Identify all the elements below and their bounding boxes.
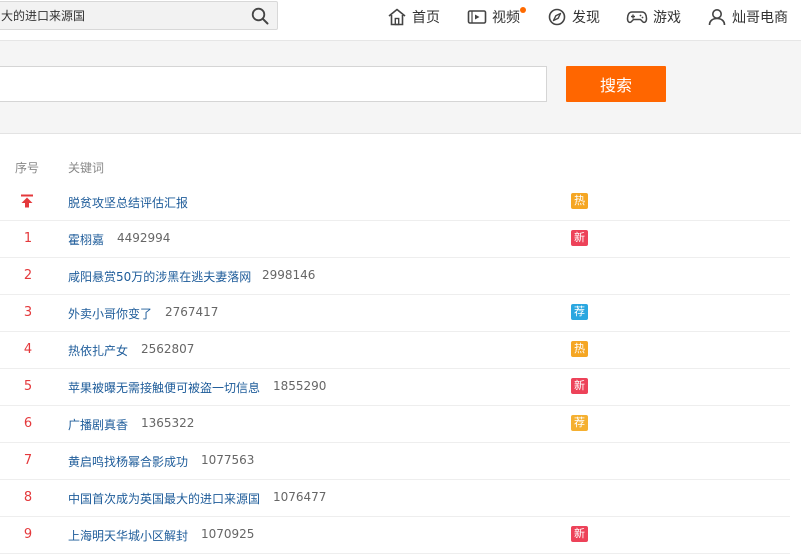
top-search-box: [0, 1, 278, 30]
search-count: 1077563: [201, 453, 255, 467]
search-icon[interactable]: [251, 7, 269, 25]
nav-discover-label: 发现: [572, 10, 600, 26]
top-navigation-bar: 首页 视频 发现 游戏 灿哥电商: [0, 0, 801, 41]
header-keyword: 关键词: [68, 161, 105, 175]
status-badge: 新: [571, 230, 588, 246]
row-rank: 9: [23, 527, 33, 542]
keyword-link[interactable]: 苹果被曝无需接触便可被盗一切信息: [68, 379, 260, 396]
search-count: 2998146: [262, 268, 316, 282]
notification-dot: [520, 7, 526, 13]
nav-user[interactable]: 灿哥电商: [707, 6, 788, 28]
row-rank: 8: [23, 490, 33, 505]
nav-video[interactable]: 视频: [467, 6, 520, 28]
top-search-input[interactable]: [0, 2, 246, 29]
header-rank: 序号: [15, 161, 40, 175]
table-row: 9 上海明天华城小区解封 1070925 新: [0, 516, 790, 554]
table-row: 6 广播剧真香 1365322 荐: [0, 405, 790, 443]
status-badge: 热: [571, 193, 588, 209]
nav-user-label: 灿哥电商: [732, 10, 788, 26]
home-icon: [388, 8, 406, 26]
compass-icon: [548, 8, 566, 26]
search-count: 1855290: [273, 379, 327, 393]
row-rank: 4: [23, 342, 33, 357]
search-count: 1076477: [273, 490, 327, 504]
row-rank: 3: [23, 305, 33, 320]
table-row: 1 霍栩嘉 4492994 新: [0, 220, 790, 258]
keyword-link[interactable]: 热依扎产女: [68, 342, 128, 359]
status-badge: 新: [571, 378, 588, 394]
video-icon: [467, 10, 487, 24]
nav-home-label: 首页: [412, 10, 440, 26]
nav-home[interactable]: 首页: [387, 6, 440, 28]
nav-games[interactable]: 游戏: [626, 6, 681, 28]
search-count: 2562807: [141, 342, 195, 356]
status-badge: 荐: [571, 304, 588, 320]
keyword-link[interactable]: 广播剧真香: [68, 416, 128, 433]
table-row: 7 黄启鸣找杨幂合影成功 1077563: [0, 442, 790, 480]
table-row: 2 咸阳悬赏50万的涉黑在逃夫妻落网 2998146: [0, 257, 790, 295]
row-rank: 2: [23, 268, 33, 283]
row-rank: 5: [23, 379, 33, 394]
user-icon: [708, 9, 726, 26]
table-row: 5 苹果被曝无需接触便可被盗一切信息 1855290 新: [0, 368, 790, 406]
pinned-top-icon: [21, 194, 33, 208]
search-count: 4492994: [117, 231, 171, 245]
table-row: 3 外卖小哥你变了 2767417 荐: [0, 294, 790, 332]
keyword-link[interactable]: 霍栩嘉: [68, 231, 104, 248]
status-badge: 新: [571, 526, 588, 542]
search-count: 1365322: [141, 416, 195, 430]
nav-video-label: 视频: [492, 10, 520, 26]
gamepad-icon: [626, 11, 648, 24]
main-search-input[interactable]: [0, 66, 547, 102]
keyword-link[interactable]: 脱贫攻坚总结评估汇报: [68, 194, 188, 211]
row-rank: 1: [23, 231, 33, 246]
nav-discover[interactable]: 发现: [547, 6, 600, 28]
table-row: 脱贫攻坚总结评估汇报 热: [0, 183, 790, 221]
keyword-link[interactable]: 中国首次成为英国最大的进口来源国: [68, 490, 260, 507]
search-count: 1070925: [201, 527, 255, 541]
row-rank: 7: [23, 453, 33, 468]
nav-games-label: 游戏: [653, 10, 681, 26]
keyword-link[interactable]: 黄启鸣找杨幂合影成功: [68, 453, 188, 470]
search-section: 搜索: [0, 41, 801, 134]
table-row: 8 中国首次成为英国最大的进口来源国 1076477: [0, 479, 790, 517]
keyword-link[interactable]: 上海明天华城小区解封: [68, 527, 188, 544]
keyword-link[interactable]: 咸阳悬赏50万的涉黑在逃夫妻落网: [68, 268, 251, 285]
status-badge: 荐: [571, 415, 588, 431]
status-badge: 热: [571, 341, 588, 357]
keyword-link[interactable]: 外卖小哥你变了: [68, 305, 152, 322]
search-count: 2767417: [165, 305, 219, 319]
search-button[interactable]: 搜索: [566, 66, 666, 102]
row-rank: 6: [23, 416, 33, 431]
table-row: 4 热依扎产女 2562807 热: [0, 331, 790, 369]
